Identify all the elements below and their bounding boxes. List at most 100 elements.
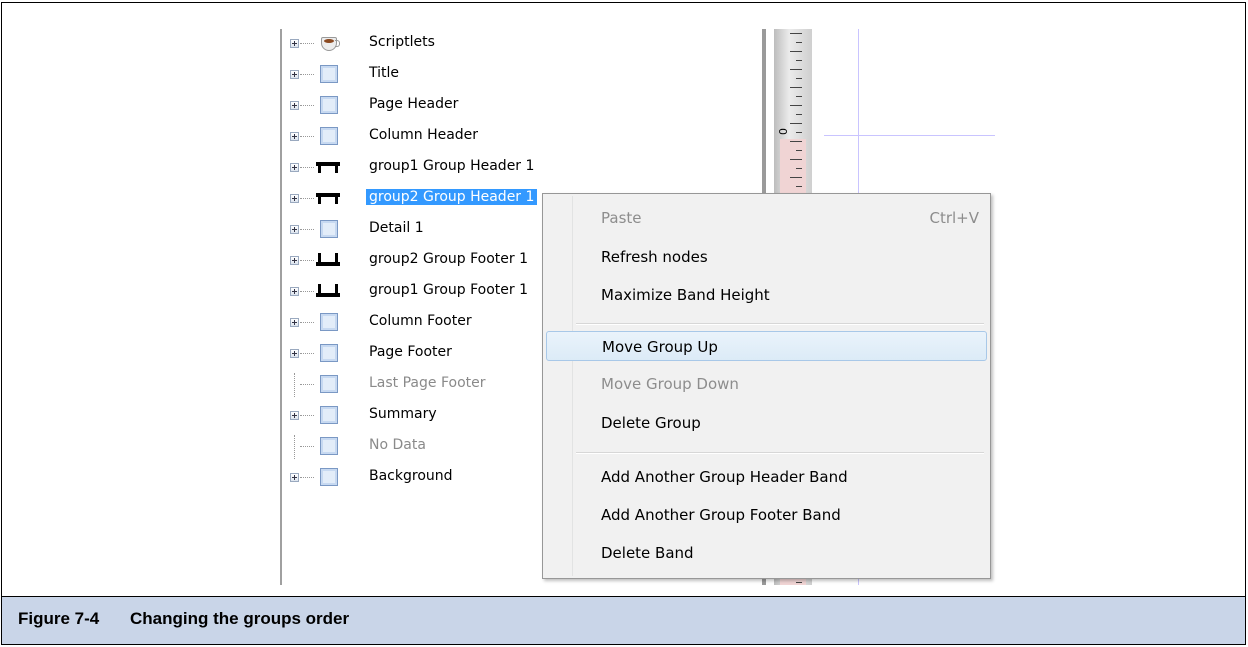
menu-item-add-group-header-band[interactable]: Add Another Group Header Band xyxy=(546,462,987,492)
menu-separator xyxy=(576,323,984,325)
ruler-zero-label: 0 xyxy=(777,128,790,135)
menu-item-paste-label: Paste xyxy=(601,209,642,227)
ruler-tick xyxy=(790,177,802,178)
menu-item-refresh-nodes-label: Refresh nodes xyxy=(601,248,708,266)
ruler-tick xyxy=(790,141,802,142)
menu-item-add-group-footer-band-label: Add Another Group Footer Band xyxy=(601,506,841,524)
tree-node-label: Background xyxy=(369,468,453,484)
tree-node-label: group2 Group Footer 1 xyxy=(369,251,528,267)
tree-connector-dots xyxy=(300,167,314,168)
menu-item-move-group-down[interactable]: Move Group Down xyxy=(546,369,987,399)
expand-plus-icon[interactable] xyxy=(290,194,299,203)
scriptlet-cup-icon xyxy=(318,35,340,51)
tree-node-label: No Data xyxy=(369,437,426,453)
tree-node-label: group2 Group Header 1 xyxy=(366,189,538,205)
tree-connector-dots xyxy=(300,322,314,323)
menu-item-delete-band-label: Delete Band xyxy=(601,544,694,562)
tree-node-label: Title xyxy=(369,65,400,81)
menu-item-add-group-footer-band[interactable]: Add Another Group Footer Band xyxy=(546,500,987,530)
figure-title: Changing the groups order xyxy=(130,609,350,628)
menu-item-maximize-band-height[interactable]: Maximize Band Height xyxy=(546,280,987,310)
tree-connector-dots xyxy=(300,229,314,230)
expand-plus-icon[interactable] xyxy=(290,101,299,110)
menu-item-move-group-up-label: Move Group Up xyxy=(602,338,718,356)
tree-node-label: Last Page Footer xyxy=(369,375,486,391)
expand-plus-icon[interactable] xyxy=(290,318,299,327)
tree-left-border xyxy=(280,29,282,585)
figure-frame: Scriptlets Title Page Header Column Header g… xyxy=(1,2,1246,645)
ruler-tick xyxy=(790,105,802,106)
band-icon xyxy=(320,65,338,83)
ruler-tick xyxy=(796,96,802,97)
expand-plus-icon[interactable] xyxy=(290,473,299,482)
tree-node-label: group1 Group Footer 1 xyxy=(369,282,528,298)
group-header-icon xyxy=(316,160,340,176)
expand-plus-icon[interactable] xyxy=(290,163,299,172)
expand-plus-icon[interactable] xyxy=(290,287,299,296)
ruler-tick xyxy=(790,123,802,124)
tree-connector-line xyxy=(294,435,295,459)
menu-item-add-group-header-band-label: Add Another Group Header Band xyxy=(601,468,848,486)
expand-plus-icon[interactable] xyxy=(290,411,299,420)
ruler-tick xyxy=(796,582,802,583)
menu-item-maximize-band-height-label: Maximize Band Height xyxy=(601,286,770,304)
band-icon xyxy=(320,127,338,145)
expand-plus-icon[interactable] xyxy=(290,349,299,358)
band-icon xyxy=(320,313,338,331)
band-icon xyxy=(320,96,338,114)
menu-item-delete-band[interactable]: Delete Band xyxy=(546,538,987,568)
menu-item-move-group-up[interactable]: Move Group Up xyxy=(546,331,987,361)
menu-item-delete-group[interactable]: Delete Group xyxy=(546,408,987,438)
tree-connector-dots xyxy=(300,384,314,385)
menu-item-move-group-down-label: Move Group Down xyxy=(601,375,739,393)
tree-node-label: Page Footer xyxy=(369,344,452,360)
menu-separator xyxy=(576,452,984,454)
tree-connector-dots xyxy=(300,43,314,44)
band-icon xyxy=(320,220,338,238)
ruler-tick xyxy=(796,186,802,187)
ruler-tick xyxy=(790,87,802,88)
menu-item-refresh-nodes[interactable]: Refresh nodes xyxy=(546,242,987,272)
group-footer-icon xyxy=(316,253,340,269)
band-icon xyxy=(320,344,338,362)
expand-plus-icon[interactable] xyxy=(290,256,299,265)
tree-connector-dots xyxy=(300,105,314,106)
menu-item-delete-group-label: Delete Group xyxy=(601,414,701,432)
tree-connector-dots xyxy=(300,415,314,416)
tree-node-label: Page Header xyxy=(369,96,459,112)
tree-connector-dots xyxy=(300,291,314,292)
expand-plus-icon[interactable] xyxy=(290,70,299,79)
expand-plus-icon[interactable] xyxy=(290,225,299,234)
ruler-tick xyxy=(790,69,802,70)
group-footer-icon xyxy=(316,284,340,300)
band-icon xyxy=(320,375,338,393)
tree-connector-dots xyxy=(300,446,314,447)
ruler-tick xyxy=(796,60,802,61)
ruler-tick xyxy=(790,159,802,160)
tree-node-label: group1 Group Header 1 xyxy=(369,158,535,174)
tree-connector-dots xyxy=(300,353,314,354)
figure-caption: Figure 7-4 Changing the groups order xyxy=(2,596,1245,644)
tree-connector-dots xyxy=(300,136,314,137)
expand-plus-icon[interactable] xyxy=(290,39,299,48)
band-icon xyxy=(320,468,338,486)
canvas-margin-line-horizontal xyxy=(824,135,995,136)
ruler-tick xyxy=(796,42,802,43)
band-icon xyxy=(320,406,338,424)
ruler-tick xyxy=(796,114,802,115)
ruler-tick xyxy=(796,150,802,151)
tree-node-label: Detail 1 xyxy=(369,220,424,236)
figure-number: Figure 7-4 xyxy=(18,609,100,628)
tree-connector-dots xyxy=(300,260,314,261)
tree-node-label: Scriptlets xyxy=(369,34,435,50)
ruler-tick xyxy=(796,168,802,169)
menu-item-paste[interactable]: Paste Ctrl+V xyxy=(546,203,987,233)
ruler-tick xyxy=(796,78,802,79)
tree-node-label: Column Header xyxy=(369,127,479,143)
tree-connector-line xyxy=(294,373,295,397)
tree-connector-dots xyxy=(300,198,314,199)
tree-node-label: Column Footer xyxy=(369,313,472,329)
expand-plus-icon[interactable] xyxy=(290,132,299,141)
tree-node-label: Summary xyxy=(369,406,437,422)
context-menu: Paste Ctrl+V Refresh nodes Maximize Band… xyxy=(542,193,991,579)
